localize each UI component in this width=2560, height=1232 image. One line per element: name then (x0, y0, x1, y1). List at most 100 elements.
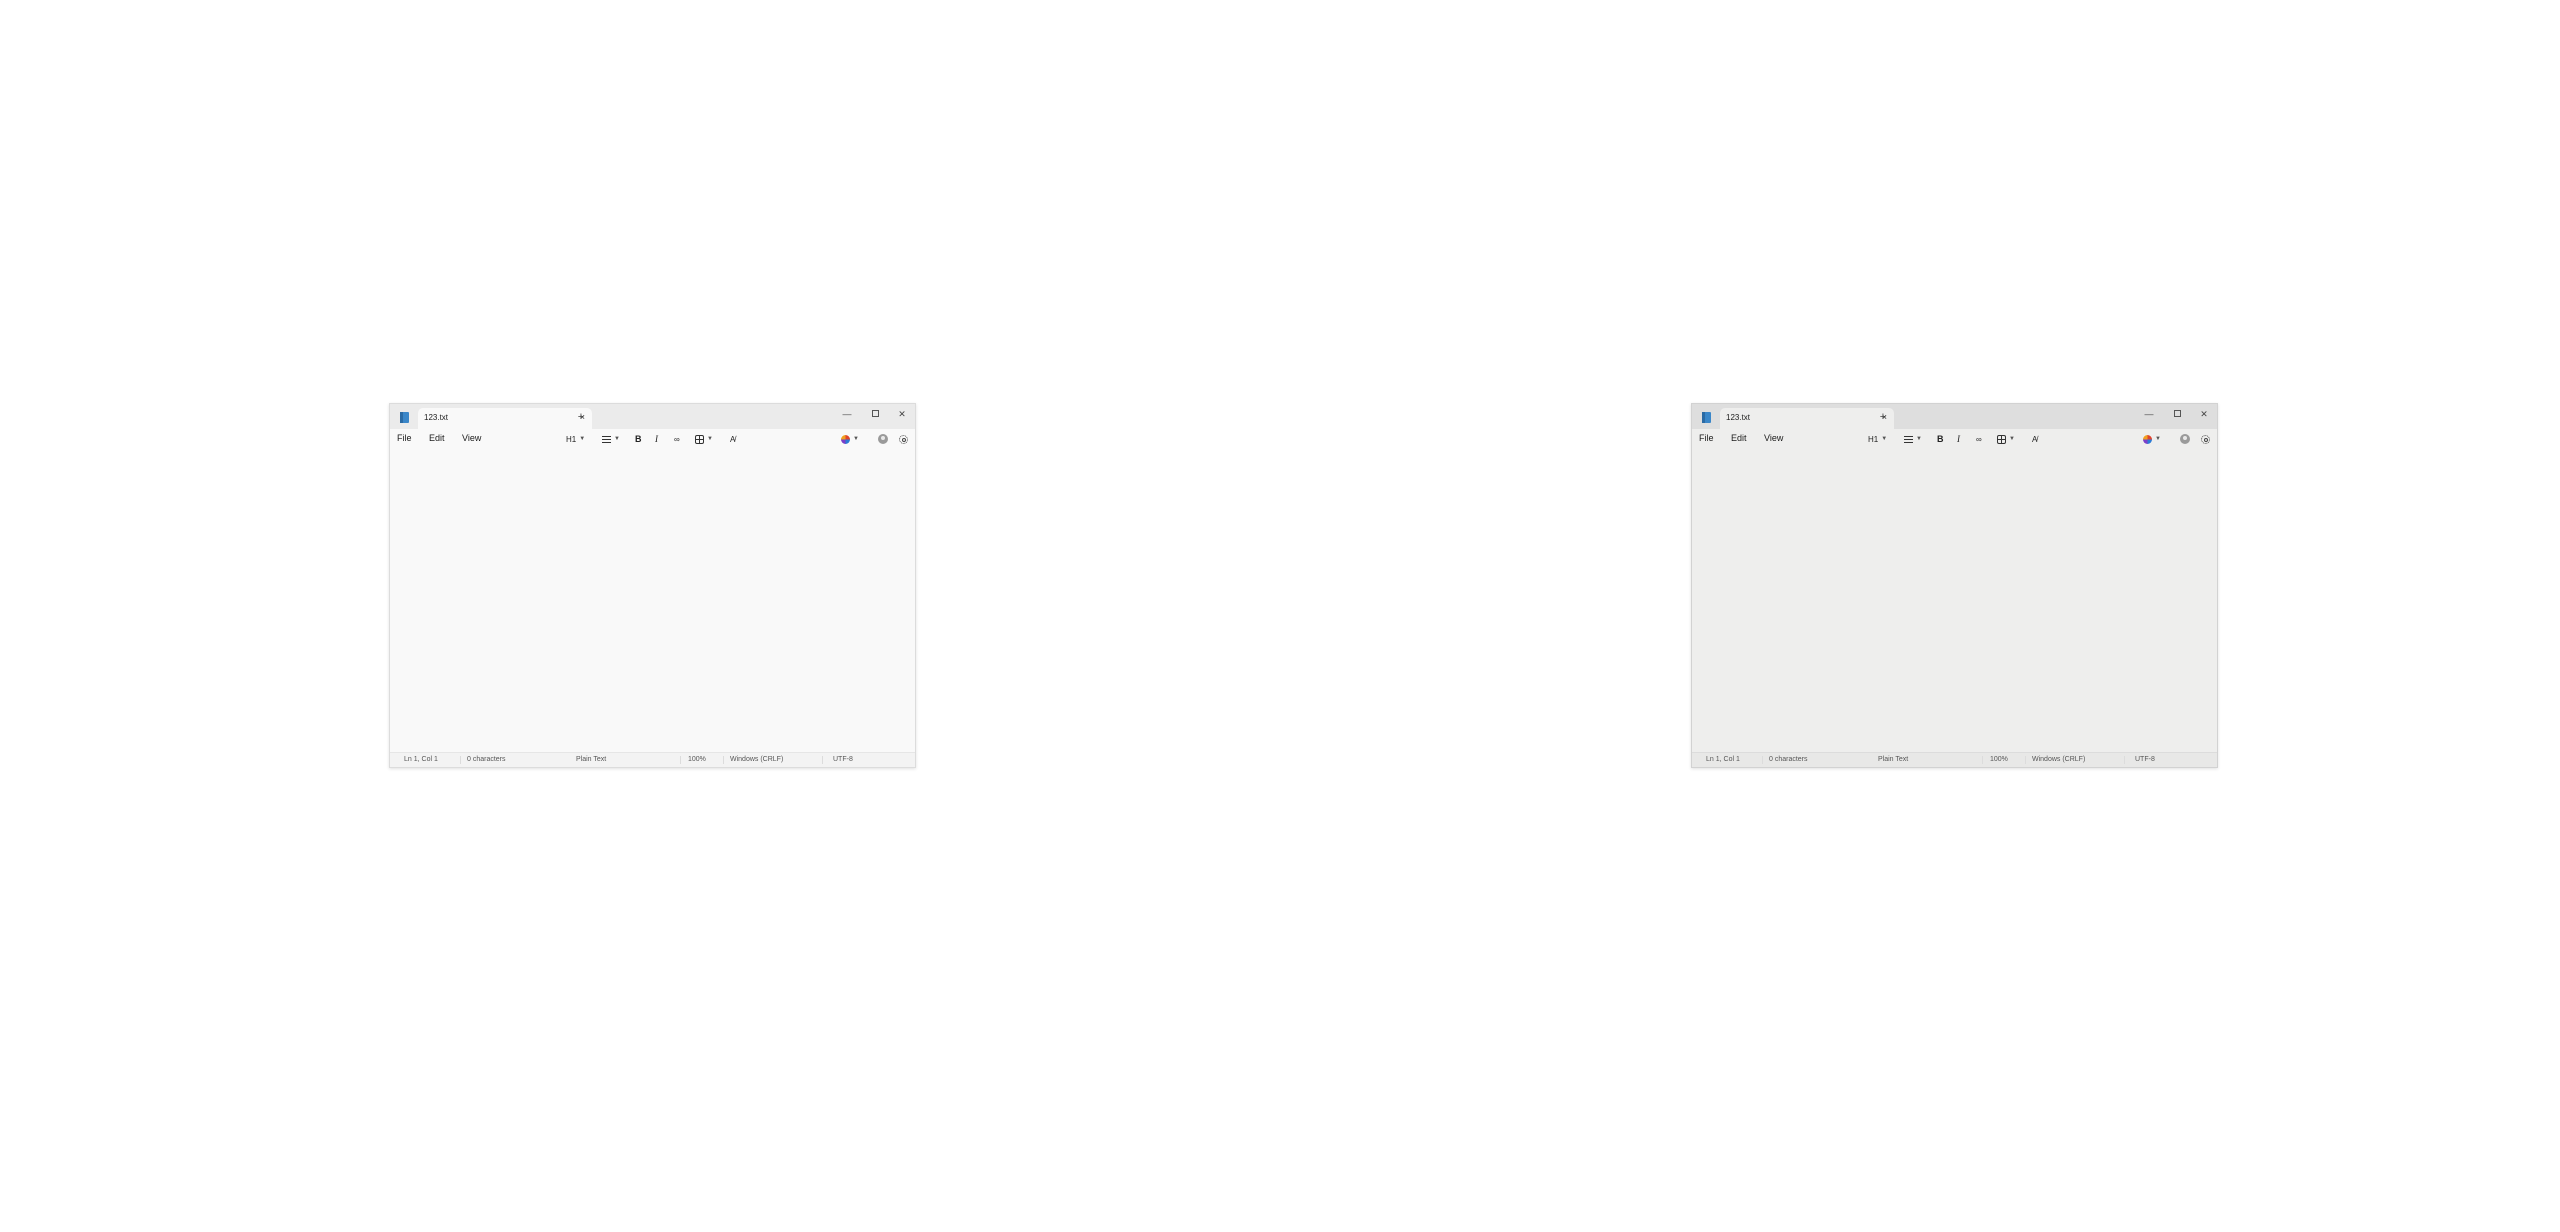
maximize-button[interactable] (2167, 407, 2187, 421)
line-ending[interactable]: Windows (CRLF) (730, 756, 783, 763)
heading-dropdown[interactable]: H1 ▼ (566, 433, 585, 445)
status-divider (1762, 756, 1763, 764)
italic-button[interactable]: I (1957, 433, 1960, 445)
cursor-position: Ln 1, Col 1 (404, 756, 438, 763)
bold-icon: B (1937, 434, 1944, 444)
copilot-icon (841, 434, 850, 444)
link-icon: ∞ (674, 434, 680, 444)
character-count: 0 characters (1769, 756, 1808, 763)
status-divider (2124, 756, 2125, 764)
bold-icon: B (635, 434, 642, 444)
tab-123-txt[interactable]: 123.txt × (418, 408, 592, 429)
chevron-down-icon: ▼ (2155, 436, 2161, 442)
chevron-down-icon: ▼ (853, 436, 859, 442)
heading-label: H1 (566, 434, 577, 444)
status-bar: Ln 1, Col 1 0 characters Plain Text 100%… (390, 752, 915, 767)
status-divider (822, 756, 823, 764)
list-icon (602, 434, 611, 445)
clear-formatting-icon: A̸ (2032, 434, 2038, 444)
zoom-level[interactable]: 100% (1990, 756, 2008, 763)
encoding[interactable]: UTF-8 (833, 756, 853, 763)
table-icon (695, 434, 704, 444)
notepad-icon (400, 412, 409, 423)
italic-icon: I (1957, 434, 1960, 444)
notepad-window-right: 123.txt × + — ✕ File Edit View H1 ▼ ▼ B … (1691, 403, 2218, 768)
close-window-button[interactable]: ✕ (2194, 407, 2214, 421)
chevron-down-icon: ▼ (1916, 436, 1922, 442)
menu-bar: File Edit View H1 ▼ ▼ B I ∞ ▼ A̸ ▼ (1692, 429, 2217, 448)
title-bar[interactable]: 123.txt × + — ✕ (1692, 404, 2217, 429)
bold-button[interactable]: B (635, 433, 642, 445)
italic-icon: I (655, 434, 658, 444)
status-bar: Ln 1, Col 1 0 characters Plain Text 100%… (1692, 752, 2217, 767)
list-dropdown[interactable]: ▼ (602, 433, 620, 445)
minimize-button[interactable]: — (837, 407, 857, 421)
chevron-down-icon: ▼ (579, 436, 586, 442)
settings-button[interactable] (899, 433, 908, 445)
cursor-position: Ln 1, Col 1 (1706, 756, 1740, 763)
menu-file[interactable]: File (1699, 433, 1714, 443)
close-window-button[interactable]: ✕ (892, 407, 912, 421)
account-button[interactable] (2180, 433, 2190, 445)
status-divider (680, 756, 681, 764)
maximize-icon (871, 410, 879, 417)
line-ending[interactable]: Windows (CRLF) (2032, 756, 2085, 763)
status-divider (723, 756, 724, 764)
list-icon (1904, 434, 1913, 445)
account-button[interactable] (878, 433, 888, 445)
status-divider (2025, 756, 2026, 764)
minimize-button[interactable]: — (2139, 407, 2159, 421)
copilot-dropdown[interactable]: ▼ (841, 433, 859, 445)
account-icon (2180, 434, 2190, 444)
account-icon (878, 434, 888, 444)
copilot-icon (2143, 434, 2152, 444)
chevron-down-icon: ▼ (1881, 436, 1888, 442)
notepad-window-left: 123.txt × + — ✕ File Edit View H1 ▼ ▼ B … (389, 403, 916, 768)
new-tab-button[interactable]: + (574, 410, 588, 424)
link-button[interactable]: ∞ (674, 433, 680, 445)
chevron-down-icon: ▼ (707, 436, 713, 442)
heading-dropdown[interactable]: H1 ▼ (1868, 433, 1887, 445)
link-icon: ∞ (1976, 434, 1982, 444)
zoom-level[interactable]: 100% (688, 756, 706, 763)
table-dropdown[interactable]: ▼ (1997, 433, 2015, 445)
bold-button[interactable]: B (1937, 433, 1944, 445)
menu-view[interactable]: View (462, 433, 481, 443)
status-divider (460, 756, 461, 764)
maximize-icon (2173, 410, 2181, 417)
text-editor[interactable] (1692, 448, 2217, 753)
gear-icon (899, 434, 908, 444)
character-count: 0 characters (467, 756, 506, 763)
list-dropdown[interactable]: ▼ (1904, 433, 1922, 445)
encoding[interactable]: UTF-8 (2135, 756, 2155, 763)
file-format[interactable]: Plain Text (576, 756, 606, 763)
menu-file[interactable]: File (397, 433, 412, 443)
table-dropdown[interactable]: ▼ (695, 433, 713, 445)
new-tab-button[interactable]: + (1876, 410, 1890, 424)
settings-button[interactable] (2201, 433, 2210, 445)
clear-formatting-icon: A̸ (730, 434, 736, 444)
clear-formatting-button[interactable]: A̸ (2032, 433, 2037, 445)
file-format[interactable]: Plain Text (1878, 756, 1908, 763)
notepad-icon (1702, 412, 1711, 423)
heading-label: H1 (1868, 434, 1879, 444)
table-icon (1997, 434, 2006, 444)
menu-edit[interactable]: Edit (1731, 433, 1747, 443)
tab-123-txt[interactable]: 123.txt × (1720, 408, 1894, 429)
menu-bar: File Edit View H1 ▼ ▼ B I ∞ ▼ A̸ ▼ (390, 429, 915, 448)
title-bar[interactable]: 123.txt × + — ✕ (390, 404, 915, 429)
tab-title: 123.txt (424, 413, 449, 422)
italic-button[interactable]: I (655, 433, 658, 445)
link-button[interactable]: ∞ (1976, 433, 1982, 445)
status-divider (1982, 756, 1983, 764)
menu-view[interactable]: View (1764, 433, 1783, 443)
copilot-dropdown[interactable]: ▼ (2143, 433, 2161, 445)
gear-icon (2201, 434, 2210, 444)
maximize-button[interactable] (865, 407, 885, 421)
chevron-down-icon: ▼ (2009, 436, 2015, 442)
chevron-down-icon: ▼ (614, 436, 620, 442)
tab-title: 123.txt (1726, 413, 1751, 422)
text-editor[interactable] (390, 448, 915, 753)
menu-edit[interactable]: Edit (429, 433, 445, 443)
clear-formatting-button[interactable]: A̸ (730, 433, 735, 445)
